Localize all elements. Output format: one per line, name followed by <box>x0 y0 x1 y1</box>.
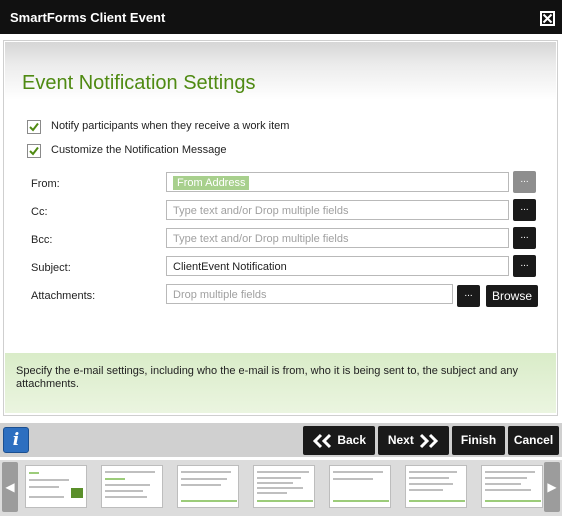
subject-label: Subject: <box>31 262 71 274</box>
attachments-field[interactable]: Drop multiple fields <box>166 284 453 304</box>
bcc-field[interactable]: Type text and/or Drop multiple fields <box>166 228 509 248</box>
page-thumbnail[interactable] <box>405 465 467 508</box>
bcc-label: Bcc: <box>31 234 53 246</box>
page-thumbnail[interactable] <box>25 465 87 508</box>
help-text: Specify the e-mail settings, including w… <box>16 365 518 390</box>
next-button[interactable]: Next <box>378 426 449 455</box>
page-title: Event Notification Settings <box>22 72 256 94</box>
customize-message-label: Customize the Notification Message <box>51 144 227 156</box>
double-chevron-left-icon <box>312 433 332 448</box>
cc-placeholder: Type text and/or Drop multiple fields <box>173 205 349 217</box>
customize-message-checkbox[interactable] <box>27 144 41 158</box>
subject-field[interactable]: ClientEvent Notification <box>166 256 509 276</box>
cc-browse-fields-button[interactable]: ... <box>513 199 536 221</box>
back-button[interactable]: Back <box>303 426 375 455</box>
close-icon[interactable] <box>540 11 555 26</box>
scroll-left-arrow-icon[interactable]: ◀ <box>2 462 18 512</box>
page-thumbnail-strip: ◀ ▶ <box>0 460 562 516</box>
page-thumbnail[interactable] <box>329 465 391 508</box>
page-thumbnail[interactable] <box>177 465 239 508</box>
page-thumbnail[interactable] <box>481 465 543 508</box>
checkmark-icon <box>29 146 39 156</box>
cc-label: Cc: <box>31 206 48 218</box>
scroll-right-arrow-icon[interactable]: ▶ <box>544 462 560 512</box>
page-header: Event Notification Settings <box>5 42 556 100</box>
notify-participants-label: Notify participants when they receive a … <box>51 120 290 132</box>
title-bar: SmartForms Client Event <box>0 0 562 34</box>
help-box: Specify the e-mail settings, including w… <box>5 353 556 413</box>
page-thumbnail[interactable] <box>253 465 315 508</box>
cc-field[interactable]: Type text and/or Drop multiple fields <box>166 200 509 220</box>
browse-button[interactable]: Browse <box>486 285 538 307</box>
bcc-browse-fields-button[interactable]: ... <box>513 227 536 249</box>
settings-panel: Event Notification Settings Notify parti… <box>3 40 558 416</box>
attachments-placeholder: Drop multiple fields <box>173 289 267 301</box>
finish-button[interactable]: Finish <box>452 426 505 455</box>
page-thumbnail[interactable] <box>101 465 163 508</box>
wizard-footer: i Back Next Finish Cancel <box>0 423 562 457</box>
next-label: Next <box>387 433 414 447</box>
notify-participants-checkbox[interactable] <box>27 120 41 134</box>
bcc-placeholder: Type text and/or Drop multiple fields <box>173 233 349 245</box>
info-icon[interactable]: i <box>3 427 29 453</box>
attachments-browse-fields-button[interactable]: ... <box>457 285 480 307</box>
checkmark-icon <box>29 122 39 132</box>
from-field[interactable]: From Address <box>166 172 509 192</box>
attachments-label: Attachments: <box>31 290 96 302</box>
subject-browse-fields-button[interactable]: ... <box>513 255 536 277</box>
window-title: SmartForms Client Event <box>10 10 166 25</box>
from-address-token[interactable]: From Address <box>173 176 250 190</box>
from-label: From: <box>31 178 60 190</box>
subject-value: ClientEvent Notification <box>173 261 287 273</box>
from-browse-fields-button[interactable]: ... <box>513 171 536 193</box>
cancel-button[interactable]: Cancel <box>508 426 559 455</box>
double-chevron-right-icon <box>420 433 439 448</box>
back-label: Back <box>337 433 367 447</box>
